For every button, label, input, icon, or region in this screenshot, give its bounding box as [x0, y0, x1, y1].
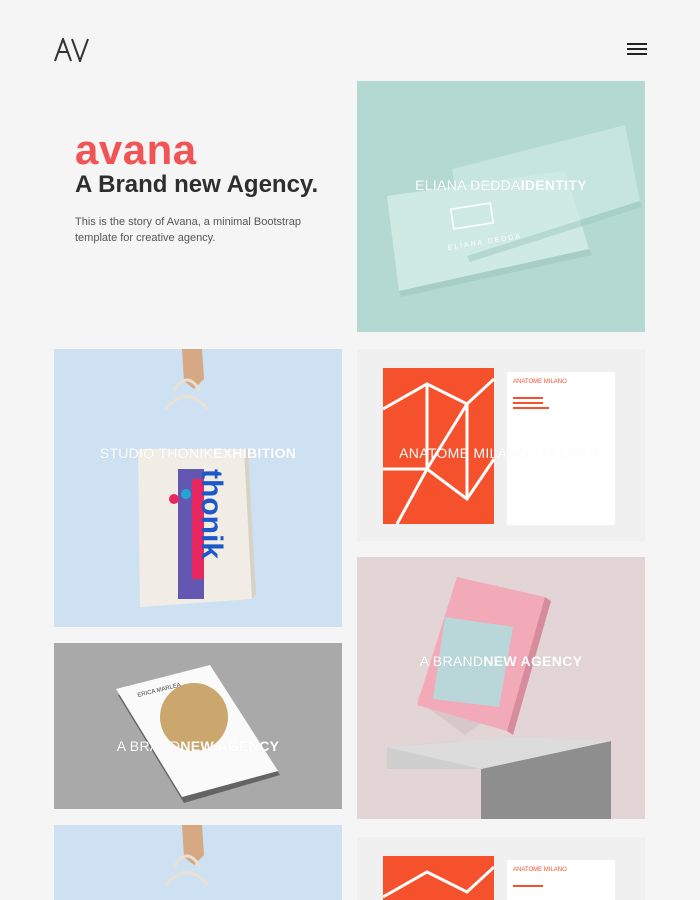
- hero-tagline: A Brand new Agency.: [75, 171, 319, 198]
- portfolio-tile-studio-thonik[interactable]: thonik STUDIO THONIKEXHIBITION: [54, 349, 342, 627]
- portfolio-tile-partial-studio-thonik[interactable]: [54, 825, 342, 900]
- business-cards-image: ELIANA DEDDA: [387, 125, 642, 297]
- bag-text: thonik: [195, 469, 228, 559]
- tile-caption: A BRANDNEW AGENCY: [419, 653, 583, 669]
- stationery-image: ANATOME MILANO: [382, 856, 615, 900]
- tile-caption: ANATOME MILANOGALLERIA: [399, 445, 603, 461]
- portfolio-tile-partial-anatome-milano[interactable]: ANATOME MILANO: [357, 837, 645, 900]
- tile-caption: ELIANA DEDDAIDENTITY: [415, 177, 587, 193]
- brand-name: avana: [75, 126, 197, 173]
- card-title: ANATOME MILANO: [513, 379, 567, 385]
- book-image: ERICA MARLEA: [116, 665, 280, 803]
- tile-caption: A BRANDNEW AGENCY: [116, 738, 280, 754]
- hero-section: avana A Brand new Agency. This is the st…: [75, 128, 345, 246]
- magazine-on-pedestal-image: [387, 577, 611, 819]
- portfolio-tile-brand-new-agency-2[interactable]: A BRANDNEW AGENCY: [357, 557, 645, 819]
- hamburger-menu-icon[interactable]: [627, 43, 647, 57]
- portfolio-tile-anatome-milano[interactable]: ANATOME MILANO ANATOME MILANOGALLERIA: [357, 349, 645, 541]
- card-title: ANATOME MILANO: [513, 867, 567, 873]
- tile-caption: STUDIO THONIKEXHIBITION: [99, 445, 297, 461]
- hero-description: This is the story of Avana, a minimal Bo…: [75, 216, 302, 244]
- portfolio-tile-brand-new-agency-1[interactable]: ERICA MARLEA A BRANDNEW AGENCY: [54, 643, 342, 809]
- tote-bag-image: [164, 825, 210, 886]
- av-logo[interactable]: AV: [54, 38, 90, 62]
- tote-bag-image: thonik: [138, 349, 256, 607]
- portfolio-tile-eliana-dedda[interactable]: ELIANA DEDDA ELIANA DEDDAIDENTITY: [357, 81, 645, 332]
